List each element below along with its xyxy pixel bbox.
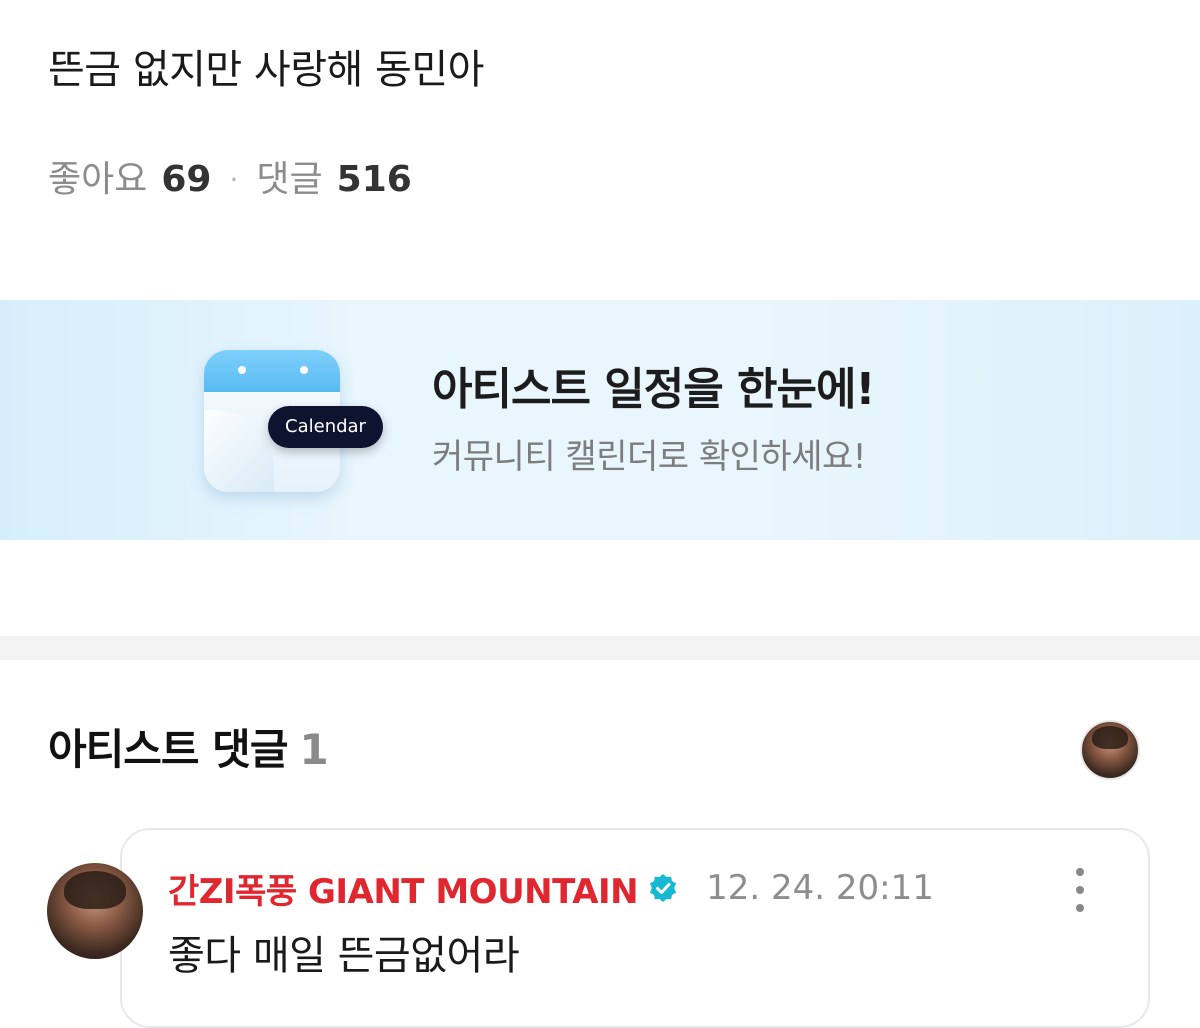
post-stats: 좋아요 69 · 댓글 516 — [48, 156, 412, 204]
more-options-icon[interactable] — [1070, 868, 1090, 912]
comment-card — [120, 828, 1150, 1028]
artist-comments-label: 아티스트 댓글 — [48, 725, 288, 774]
section-divider — [0, 636, 1200, 660]
post-text: 뜬금 없지만 사랑해 동민아 — [48, 47, 484, 93]
artist-comments-count: 1 — [299, 725, 328, 774]
artist-comments-title: 아티스트 댓글 1 — [48, 722, 329, 778]
likes-label[interactable]: 좋아요 — [48, 156, 147, 204]
comment-timestamp: 12. 24. 20:11 — [706, 868, 934, 908]
stats-separator: · — [229, 163, 239, 196]
comments-label[interactable]: 댓글 — [256, 156, 322, 204]
banner-title: 아티스트 일정을 한눈에! — [432, 364, 876, 415]
comment-author-avatar[interactable] — [47, 863, 143, 959]
calendar-promo-banner[interactable]: Calendar 아티스트 일정을 한눈에! 커뮤니티 캘린더로 확인하세요! — [0, 300, 1200, 540]
comment-body: 좋다 매일 뜬금없어라 — [168, 933, 520, 979]
comment-header: 간ZI폭풍 GIANT MOUNTAIN 12. 24. 20:11 — [168, 864, 934, 913]
comment-author-name[interactable]: 간ZI폭풍 GIANT MOUNTAIN — [168, 864, 639, 913]
calendar-badge: Calendar — [268, 406, 383, 448]
comments-count[interactable]: 516 — [337, 156, 412, 204]
likes-count[interactable]: 69 — [161, 156, 211, 204]
banner-subtitle: 커뮤니티 캘린더로 확인하세요! — [432, 437, 866, 477]
verified-badge-icon — [650, 874, 677, 902]
artist-avatar-small[interactable] — [1080, 720, 1140, 780]
